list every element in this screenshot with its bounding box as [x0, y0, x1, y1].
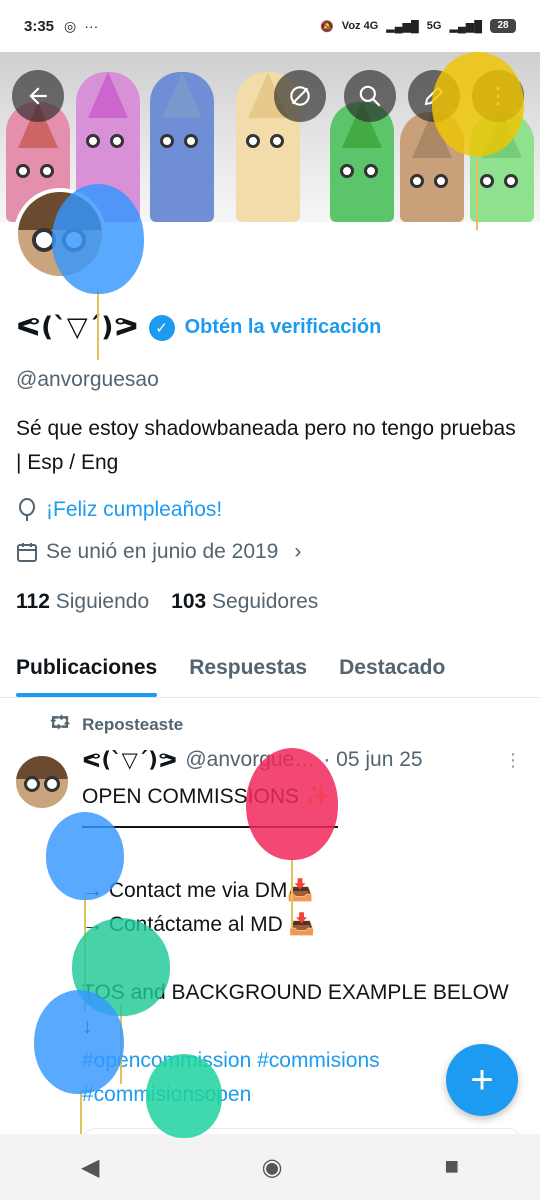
followers-link[interactable]: 103 Seguidores [171, 590, 318, 614]
profile-bio: Sé que estoy shadowbaneada pero no tengo… [16, 417, 516, 474]
repost-label: Reposteaste [82, 714, 184, 734]
balloon-decoration [246, 748, 338, 860]
tab-respuestas[interactable]: Respuestas [189, 646, 307, 697]
network-5g: 5G [426, 20, 442, 32]
tab-destacado[interactable]: Destacado [339, 646, 445, 697]
more-dots-icon: ··· [84, 18, 99, 34]
repost-icon: ⮔ [50, 713, 71, 732]
following-label: Siguiendo [55, 590, 150, 613]
tab-publicaciones[interactable]: Publicaciones [16, 646, 158, 697]
balloon-decoration [46, 812, 124, 900]
post-date[interactable]: · 05 jun 25 [323, 748, 422, 772]
balloon-decoration [34, 990, 124, 1094]
no-image-icon [290, 86, 310, 106]
repost-indicator: ⮔ Reposteaste [50, 710, 183, 739]
balloon-icon [19, 498, 35, 521]
birthday-text: ¡Feliz cumpleaños! [46, 498, 223, 521]
signal-icon: ▂▄▆█ [386, 20, 419, 33]
joined-row[interactable]: Se unió en junio de 2019 › [16, 540, 301, 564]
nav-back-icon[interactable]: ◀ [81, 1153, 99, 1182]
following-count: 112 [16, 590, 50, 613]
profile-tabs: Publicaciones Respuestas Destacado [0, 646, 540, 698]
balloon-decoration [432, 52, 524, 156]
balloon-decoration [52, 184, 144, 294]
whatsapp-icon: ◎ [64, 17, 77, 34]
display-name: ᕙ(`▽´)ᕗ [16, 312, 139, 343]
post-more-icon[interactable]: ⋮ [504, 750, 522, 771]
banner-character [150, 72, 214, 222]
followers-count: 103 [171, 590, 207, 613]
signal-icon-2: ▂▄▆█ [449, 20, 482, 33]
name-row: ᕙ(`▽´)ᕗ ✓ Obtén la verificación [16, 312, 381, 343]
mute-icon: 🔕 [320, 20, 334, 33]
battery-icon: 28 [490, 19, 516, 33]
search-icon [359, 85, 381, 107]
system-nav-bar: ◀ ◉ ■ [0, 1134, 540, 1200]
compose-button[interactable]: + [446, 1044, 518, 1116]
network-label: Voz 4G [341, 20, 379, 32]
follow-stats: 112 Siguiendo 103 Seguidores [16, 590, 318, 614]
post-line-2: → Contact me via DM📥 [82, 879, 314, 902]
balloon-decoration [146, 1054, 222, 1138]
get-verified-link[interactable]: Obtén la verificación [185, 316, 382, 339]
post-avatar[interactable] [16, 756, 68, 808]
user-handle: @anvorguesao [16, 368, 159, 391]
back-button[interactable] [12, 70, 64, 122]
joined-text: Se unió en junio de 2019 [46, 540, 279, 563]
search-button[interactable] [344, 70, 396, 122]
back-arrow-icon [29, 87, 47, 105]
post-author-name[interactable]: ᕙ(`▽´)ᕗ [82, 748, 177, 772]
status-bar: 3:35 ◎ ··· 🔕 Voz 4G ▂▄▆█ 5G ▂▄▆█ 28 [0, 0, 540, 52]
calendar-icon [17, 543, 37, 562]
nav-home-icon[interactable]: ◉ [261, 1153, 282, 1182]
status-time: 3:35 [24, 17, 55, 35]
verified-badge-icon[interactable]: ✓ [148, 314, 175, 341]
hide-media-button[interactable] [274, 70, 326, 122]
birthday-row[interactable]: ¡Feliz cumpleaños! [16, 498, 222, 522]
chevron-right-icon: › [294, 540, 302, 563]
followers-label: Seguidores [212, 590, 319, 613]
following-link[interactable]: 112 Siguiendo [16, 590, 149, 614]
nav-recents-icon[interactable]: ■ [444, 1153, 459, 1181]
